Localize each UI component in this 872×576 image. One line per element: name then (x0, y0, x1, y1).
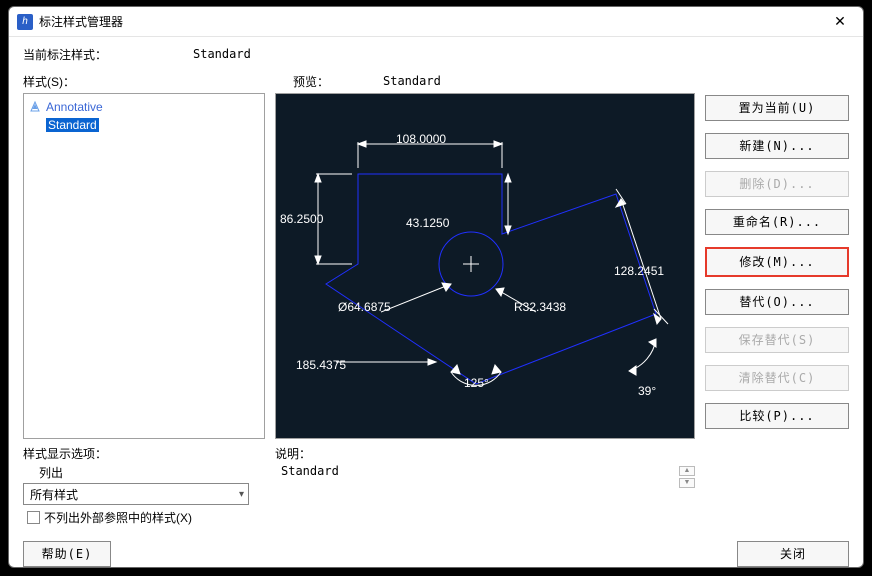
description-box: Standard ▲ ▼ (275, 464, 695, 488)
button-column: 置为当前(U) 新建(N)... 删除(D)... 重命名(R)... 修改(M… (705, 93, 849, 439)
dim-39: 39° (638, 384, 656, 398)
current-style-value: Standard (193, 47, 251, 61)
delete-button[interactable]: 删除(D)... (705, 171, 849, 197)
checkbox-box (27, 511, 40, 524)
style-item-annotative[interactable]: Annotative (26, 98, 262, 116)
dim-125: 125° (464, 376, 489, 390)
description-text: Standard (275, 464, 679, 478)
close-icon[interactable]: ✕ (825, 13, 855, 30)
style-item-standard[interactable]: Standard (26, 116, 262, 134)
dim-185: 185.4375 (296, 358, 346, 372)
dim-43: 43.1250 (406, 216, 449, 230)
help-button[interactable]: 帮助(E) (23, 541, 111, 567)
dialog-window: h 标注样式管理器 ✕ 当前标注样式： Standard 样式(S)： 预览： … (8, 6, 864, 568)
dim-128: 128.2451 (614, 264, 664, 278)
dim-108: 108.0000 (396, 132, 446, 146)
select-value: 所有样式 (30, 486, 78, 503)
display-options: 样式显示选项： 列出 所有样式 ▾ 不列出外部参照中的样式(X) (23, 445, 265, 526)
clear-override-button[interactable]: 清除替代(C) (705, 365, 849, 391)
modify-button[interactable]: 修改(M)... (705, 247, 849, 277)
app-icon: h (17, 14, 33, 30)
preview-value: Standard (383, 74, 441, 88)
description-scroll[interactable]: ▲ ▼ (679, 466, 695, 488)
spin-up-icon[interactable]: ▲ (679, 466, 695, 476)
chevron-down-icon: ▾ (239, 489, 244, 500)
dialog-body: 当前标注样式： Standard 样式(S)： 预览： Standard Ann… (9, 37, 863, 537)
exclude-xref-checkbox[interactable]: 不列出外部参照中的样式(X) (23, 509, 265, 526)
mid-area: Annotative Standard (23, 93, 849, 439)
labels-row: 样式(S)： 预览： Standard (23, 71, 849, 91)
override-button[interactable]: 替代(O)... (705, 289, 849, 315)
close-button[interactable]: 关闭 (737, 541, 849, 567)
style-filter-select[interactable]: 所有样式 ▾ (23, 483, 249, 505)
spin-down-icon[interactable]: ▼ (679, 478, 695, 488)
current-style-label: 当前标注样式： (23, 46, 193, 63)
display-opts-label: 样式显示选项： (23, 445, 265, 462)
titlebar: h 标注样式管理器 ✕ (9, 7, 863, 37)
current-style-row: 当前标注样式： Standard (23, 43, 849, 65)
preview-label: 预览： (293, 73, 383, 90)
dim-86: 86.2500 (280, 212, 316, 226)
checkbox-label: 不列出外部参照中的样式(X) (44, 509, 192, 526)
description-column: 说明： Standard ▲ ▼ (275, 445, 695, 526)
dim-64: Ø64.6875 (338, 300, 391, 314)
window-title: 标注样式管理器 (39, 13, 825, 30)
set-current-button[interactable]: 置为当前(U) (705, 95, 849, 121)
new-button[interactable]: 新建(N)... (705, 133, 849, 159)
preview-panel: 108.0000 86.2500 43.1250 128.2451 Ø64.68… (275, 93, 695, 439)
lower-area: 样式显示选项： 列出 所有样式 ▾ 不列出外部参照中的样式(X) 说明： Sta… (23, 445, 849, 526)
compare-button[interactable]: 比较(P)... (705, 403, 849, 429)
styles-list[interactable]: Annotative Standard (23, 93, 265, 439)
dim-r32: R32.3438 (514, 300, 566, 314)
rename-button[interactable]: 重命名(R)... (705, 209, 849, 235)
annotative-icon (28, 100, 42, 114)
save-override-button[interactable]: 保存替代(S) (705, 327, 849, 353)
styles-label: 样式(S)： (23, 73, 293, 90)
list-label: 列出 (23, 464, 265, 481)
footer: 帮助(E) 关闭 (9, 537, 863, 567)
description-label: 说明： (275, 445, 695, 462)
